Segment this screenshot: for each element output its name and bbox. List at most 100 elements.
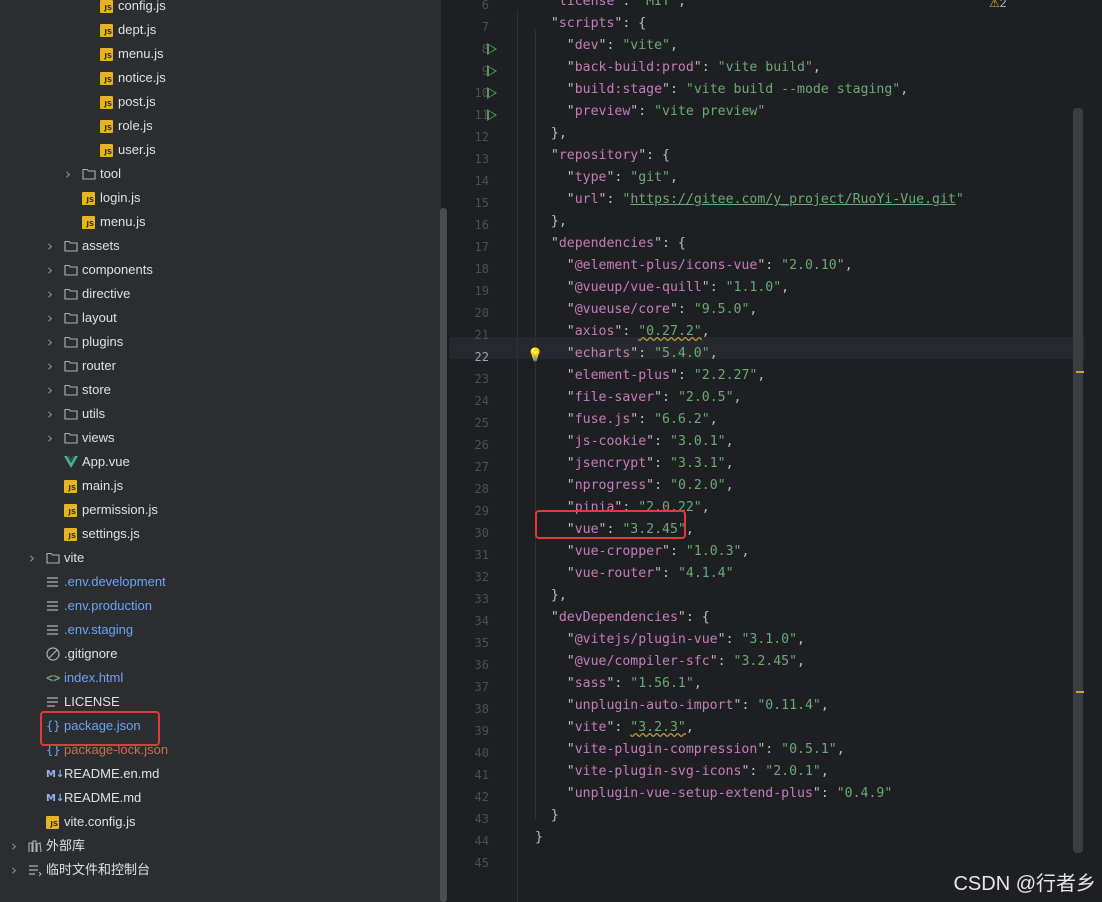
tree-item-label: login.js <box>100 190 141 205</box>
json-key: @vue/compiler-sfc <box>574 654 710 669</box>
code-line[interactable]: "@vueup/vue-quill": "1.1.0", <box>535 280 789 302</box>
tree-item-app-vue[interactable]: App.vue <box>0 450 440 474</box>
code-line[interactable]: "axios": "0.27.2", <box>535 324 710 346</box>
code-line[interactable]: "vite": "3.2.3", <box>535 720 694 742</box>
code-line[interactable]: "jsencrypt": "3.3.1", <box>535 456 734 478</box>
tree-item-layout[interactable]: › layout <box>0 306 440 330</box>
code-line[interactable]: } <box>535 808 559 830</box>
js-file-icon: JS <box>82 186 95 210</box>
tree-item-外部库[interactable]: › 外部库 <box>0 834 440 858</box>
tree-item-store[interactable]: › store <box>0 378 440 402</box>
code-line[interactable]: "@vitejs/plugin-vue": "3.1.0", <box>535 632 805 654</box>
run-script-icon[interactable] <box>487 43 497 55</box>
tree-item-router[interactable]: › router <box>0 354 440 378</box>
tree-item-notice-js[interactable]: JS notice.js <box>0 66 440 90</box>
tree-item-menu-js[interactable]: JS menu.js <box>0 42 440 66</box>
code-line[interactable]: "url": "https://gitee.com/y_project/RuoY… <box>535 192 964 214</box>
tree-item-views[interactable]: › views <box>0 426 440 450</box>
code-line[interactable]: "js-cookie": "3.0.1", <box>535 434 734 456</box>
tree-item-env-production[interactable]: .env.production <box>0 594 440 618</box>
code-line[interactable]: "unplugin-vue-setup-extend-plus": "0.4.9… <box>535 786 893 808</box>
code-line[interactable]: }, <box>535 126 567 148</box>
code-line[interactable]: "sass": "1.56.1", <box>535 676 702 698</box>
inspection-widget[interactable]: ⚠2 <box>989 0 1006 10</box>
tree-item-post-js[interactable]: JS post.js <box>0 90 440 114</box>
tree-item-readme-en-md[interactable]: M↓ README.en.md <box>0 762 440 786</box>
tree-item-plugins[interactable]: › plugins <box>0 330 440 354</box>
tree-item-settings-js[interactable]: JS settings.js <box>0 522 440 546</box>
code-line[interactable]: "dev": "vite", <box>535 38 678 60</box>
code-line[interactable]: "dependencies": { <box>535 236 686 258</box>
tree-item-gitignore[interactable]: .gitignore <box>0 642 440 666</box>
chevron-right-icon[interactable]: › <box>44 306 56 330</box>
tree-item-config-js[interactable]: JS config.js <box>0 0 440 18</box>
code-line[interactable]: }, <box>535 588 567 610</box>
code-line[interactable]: } <box>535 830 543 852</box>
code-line[interactable]: "nprogress": "0.2.0", <box>535 478 734 500</box>
tree-item-login-js[interactable]: JS login.js <box>0 186 440 210</box>
chevron-right-icon[interactable]: › <box>44 426 56 450</box>
code-line[interactable]: "preview": "vite preview" <box>535 104 766 126</box>
chevron-right-icon[interactable]: › <box>8 834 20 858</box>
code-line[interactable]: }, <box>535 214 567 236</box>
code-line[interactable]: "back-build:prod": "vite build", <box>535 60 821 82</box>
tree-item-vite-config-js[interactable]: JS vite.config.js <box>0 810 440 834</box>
code-line[interactable]: "type": "git", <box>535 170 678 192</box>
tree-item-menu-js[interactable]: JS menu.js <box>0 210 440 234</box>
tree-item-utils[interactable]: › utils <box>0 402 440 426</box>
tree-item-tool[interactable]: › tool <box>0 162 440 186</box>
tree-item-临时文件和控制台[interactable]: › 临时文件和控制台 <box>0 858 440 882</box>
run-script-icon[interactable] <box>487 65 497 77</box>
chevron-right-icon[interactable]: › <box>44 378 56 402</box>
code-line[interactable]: "devDependencies": { <box>535 610 710 632</box>
warning-marker[interactable] <box>1076 371 1084 373</box>
code-line[interactable]: "file-saver": "2.0.5", <box>535 390 742 412</box>
code-line[interactable]: "license": "MIT", <box>535 0 686 16</box>
code-editor[interactable]: 6 "license": "MIT", 7 "scripts": {8 "dev"… <box>449 0 1102 902</box>
code-line[interactable]: "@vueuse/core": "9.5.0", <box>535 302 758 324</box>
tree-item-dept-js[interactable]: JS dept.js <box>0 18 440 42</box>
tree-item-permission-js[interactable]: JS permission.js <box>0 498 440 522</box>
chevron-right-icon[interactable]: › <box>62 162 74 186</box>
error-stripe[interactable] <box>1085 0 1102 902</box>
chevron-right-icon[interactable]: › <box>8 858 20 882</box>
url-link[interactable]: https://gitee.com/y_project/RuoYi-Vue.gi… <box>630 192 956 207</box>
editor-scrollbar[interactable] <box>1073 108 1083 853</box>
code-line[interactable]: "vue-cropper": "1.0.3", <box>535 544 750 566</box>
chevron-right-icon[interactable]: › <box>44 282 56 306</box>
tree-item-main-js[interactable]: JS main.js <box>0 474 440 498</box>
code-line[interactable]: "build:stage": "vite build --mode stagin… <box>535 82 908 104</box>
code-line[interactable]: "@vue/compiler-sfc": "3.2.45", <box>535 654 805 676</box>
code-line[interactable]: "fuse.js": "6.6.2", <box>535 412 718 434</box>
run-script-icon[interactable] <box>487 87 497 99</box>
code-line[interactable]: "@element-plus/icons-vue": "2.0.10", <box>535 258 853 280</box>
code-line[interactable]: "scripts": { <box>535 16 646 38</box>
tree-item-user-js[interactable]: JS user.js <box>0 138 440 162</box>
run-script-icon[interactable] <box>487 109 497 121</box>
tree-item-env-staging[interactable]: .env.staging <box>0 618 440 642</box>
code-line[interactable]: "vite-plugin-compression": "0.5.1", <box>535 742 845 764</box>
tree-item-directive[interactable]: › directive <box>0 282 440 306</box>
code-line[interactable]: "echarts": "5.4.0", <box>535 346 718 368</box>
code-line[interactable]: "repository": { <box>535 148 670 170</box>
code-line[interactable]: "element-plus": "2.2.27", <box>535 368 766 390</box>
tree-item-readme-md[interactable]: M↓ README.md <box>0 786 440 810</box>
tree-item-vite[interactable]: › vite <box>0 546 440 570</box>
chevron-right-icon[interactable]: › <box>44 354 56 378</box>
code-line[interactable]: "unplugin-auto-import": "0.11.4", <box>535 698 829 720</box>
chevron-right-icon[interactable]: › <box>44 234 56 258</box>
tree-item-index-html[interactable]: <> index.html <box>0 666 440 690</box>
tree-item-env-development[interactable]: .env.development <box>0 570 440 594</box>
chevron-right-icon[interactable]: › <box>26 546 38 570</box>
tree-item-assets[interactable]: › assets <box>0 234 440 258</box>
warning-marker[interactable] <box>1076 691 1084 693</box>
json-string: "vite build --mode staging" <box>685 82 901 97</box>
chevron-right-icon[interactable]: › <box>44 330 56 354</box>
tree-item-role-js[interactable]: JS role.js <box>0 114 440 138</box>
project-tree-scrollbar[interactable] <box>440 208 447 902</box>
chevron-right-icon[interactable]: › <box>44 258 56 282</box>
chevron-right-icon[interactable]: › <box>44 402 56 426</box>
code-line[interactable]: "vue-router": "4.1.4" <box>535 566 734 588</box>
tree-item-components[interactable]: › components <box>0 258 440 282</box>
code-line[interactable]: "vite-plugin-svg-icons": "2.0.1", <box>535 764 829 786</box>
